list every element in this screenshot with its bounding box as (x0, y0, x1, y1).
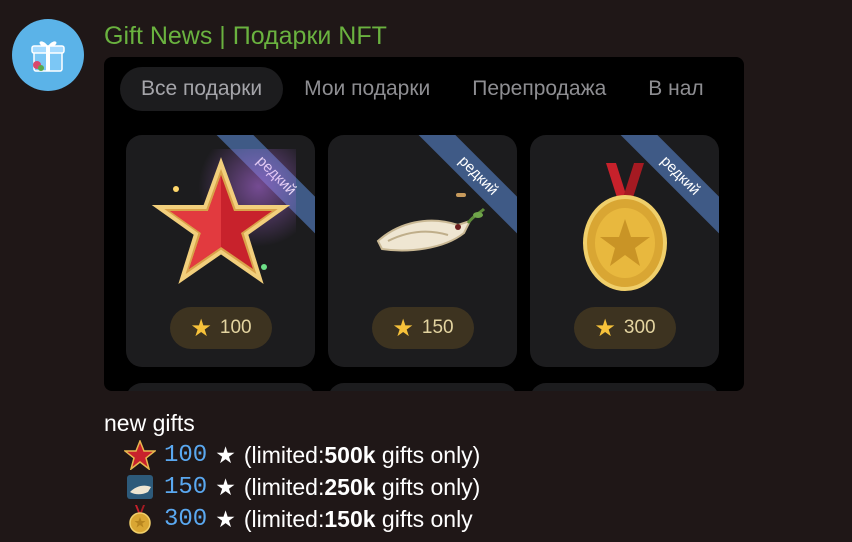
red-star-icon (124, 440, 156, 470)
gift-card-dove: редкий ★ 150 (328, 135, 517, 367)
channel-name[interactable]: Gift News | Подарки NFT (104, 22, 387, 51)
gift-card-partial (126, 383, 315, 391)
tab-all-gifts: Все подарки (120, 67, 284, 111)
gift-card-medal: редкий ★ 300 (530, 135, 719, 367)
dove-icon (376, 193, 486, 252)
star-icon: ★ (392, 314, 414, 342)
caption-title: new gifts (104, 410, 195, 436)
gift-market-screenshot[interactable]: Все подарки Мои подарки Перепродажа В на… (104, 57, 744, 391)
star-icon: ★ (594, 314, 616, 342)
dove-icon (127, 475, 153, 499)
gift-card-star: редкий ★ 100 (126, 135, 315, 367)
caption-line: 300 ★ (limited: 150k gifts only (124, 504, 473, 534)
tab-my-gifts: Мои подарки (304, 77, 431, 100)
caption-line: 150 ★ (limited: 250k gifts only) (124, 472, 480, 502)
gift-tabs: Все подарки Мои подарки Перепродажа В на… (120, 67, 744, 111)
star-icon: ★ (190, 314, 212, 342)
price-badge: ★ 100 (170, 307, 272, 349)
tab-resale: Перепродажа (472, 77, 607, 100)
price-badge: ★ 300 (574, 307, 676, 349)
gift-card-partial (328, 383, 517, 391)
caption-line: 100 ★ (limited: 500k gifts only) (124, 440, 480, 470)
gold-medal-icon (129, 505, 151, 534)
gift-box-icon (31, 41, 65, 72)
tab-in-stock: В нал (648, 77, 704, 100)
channel-avatar[interactable] (12, 19, 84, 91)
price-badge: ★ 150 (372, 307, 474, 349)
gold-medal-icon (583, 163, 667, 291)
gift-card-partial (530, 383, 719, 391)
red-star-icon (146, 149, 296, 299)
